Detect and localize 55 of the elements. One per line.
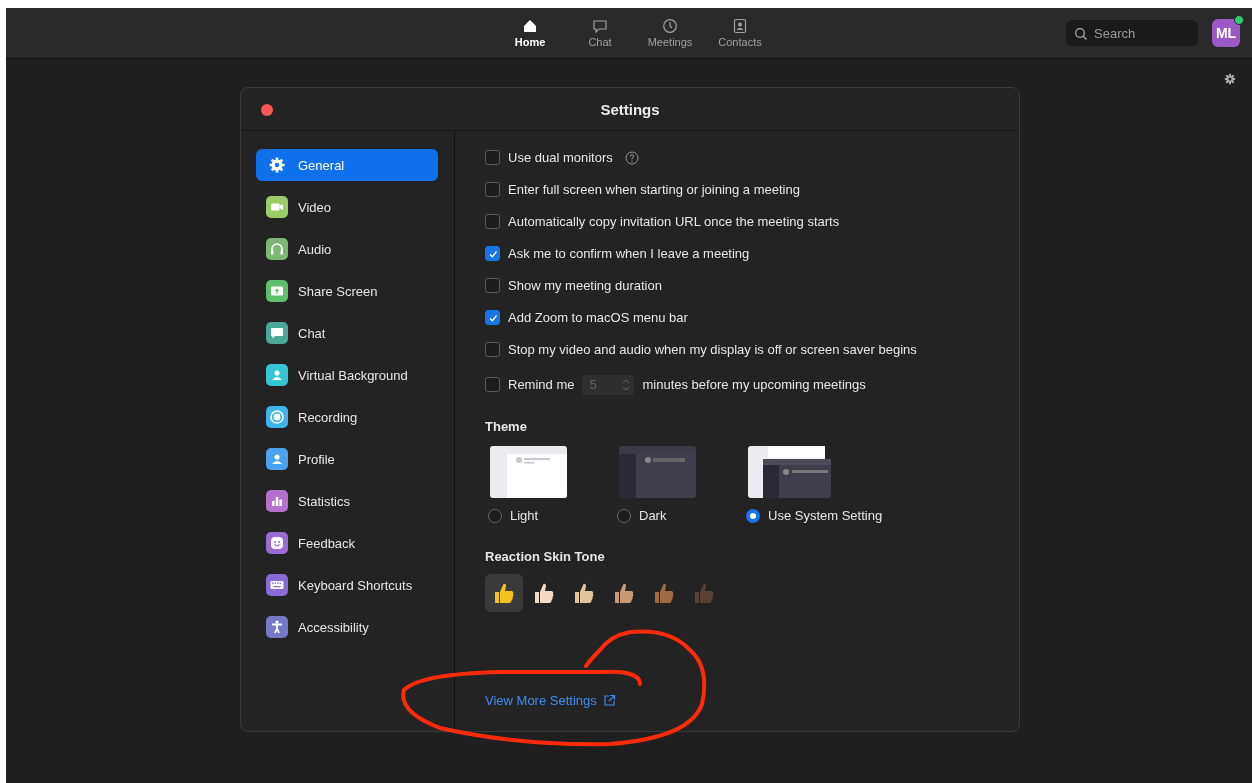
sidebar-item[interactable]: Share Screen [256, 275, 438, 307]
sidebar-item[interactable]: Statistics [256, 485, 438, 517]
clock-icon [662, 18, 678, 34]
sidebar-item[interactable]: Feedback [256, 527, 438, 559]
close-button[interactable] [261, 104, 273, 116]
sidebar-item[interactable]: Audio [256, 233, 438, 265]
sidebar-item[interactable]: Recording [256, 401, 438, 433]
checkmark-icon [487, 248, 498, 259]
settings-icon[interactable] [1224, 73, 1236, 85]
nav-tab[interactable]: Home [502, 18, 558, 48]
checkbox[interactable] [485, 246, 500, 261]
theme-radio[interactable]: Light [488, 508, 567, 523]
avatar[interactable]: ML [1212, 19, 1240, 47]
section-heading: Theme [485, 419, 528, 434]
skin-tone-button[interactable] [485, 574, 523, 612]
option-label: Stop my video and audio when my display is off or screen saver begins [508, 342, 917, 357]
checkbox[interactable] [485, 278, 500, 293]
sidebar-item[interactable]: Keyboard Shortcuts [256, 569, 438, 601]
sidebar-item[interactable]: Video [256, 191, 438, 223]
help-icon[interactable] [624, 150, 639, 165]
option-label: minutes before my upcoming meetings [642, 377, 866, 392]
nav-tab[interactable]: Chat [572, 18, 628, 48]
option-label: Use dual monitors [508, 150, 613, 165]
search-field[interactable]: Search [1066, 20, 1198, 46]
checkbox[interactable] [485, 182, 500, 197]
checkbox[interactable] [485, 342, 500, 357]
theme-preview[interactable] [748, 446, 831, 498]
home-icon [522, 18, 538, 34]
sidebar-item[interactable]: Profile [256, 443, 438, 475]
sidebar-item[interactable]: General [256, 149, 438, 181]
option-label: Ask me to confirm when I leave a meeting [508, 246, 750, 261]
option-label: Enter full screen when starting or joining a meeting [508, 182, 800, 197]
stepper-arrows-icon [622, 378, 631, 391]
theme-radio[interactable]: Use System Setting [746, 508, 883, 523]
checkmark-icon [487, 312, 498, 323]
option-label: Automatically copy invitation URL once the meeting starts [508, 214, 840, 229]
sidebar-item[interactable]: Virtual Background [256, 359, 438, 391]
checkbox[interactable] [485, 150, 500, 165]
option-label: Add Zoom to macOS menu bar [508, 310, 688, 325]
sidebar-item[interactable]: Accessibility [256, 611, 438, 643]
checkbox[interactable] [485, 214, 500, 229]
option-label: Remind me [508, 377, 575, 392]
checkbox[interactable] [485, 310, 500, 325]
sidebar-item[interactable]: Chat [256, 317, 438, 349]
external-link-icon [602, 694, 616, 707]
view-more-settings-link[interactable]: View More Settings [485, 693, 616, 708]
checkbox[interactable] [485, 377, 500, 392]
nav-tab[interactable]: Meetings [642, 18, 698, 48]
section-heading: Reaction Skin Tone [485, 549, 606, 564]
theme-radio[interactable]: Dark [617, 508, 696, 523]
nav-tab[interactable]: Contacts [712, 18, 768, 48]
speech-bubble-icon [592, 18, 608, 34]
option-label: Show my meeting duration [508, 278, 662, 293]
contact-card-icon [732, 18, 748, 34]
window-title: Settings [600, 100, 660, 118]
